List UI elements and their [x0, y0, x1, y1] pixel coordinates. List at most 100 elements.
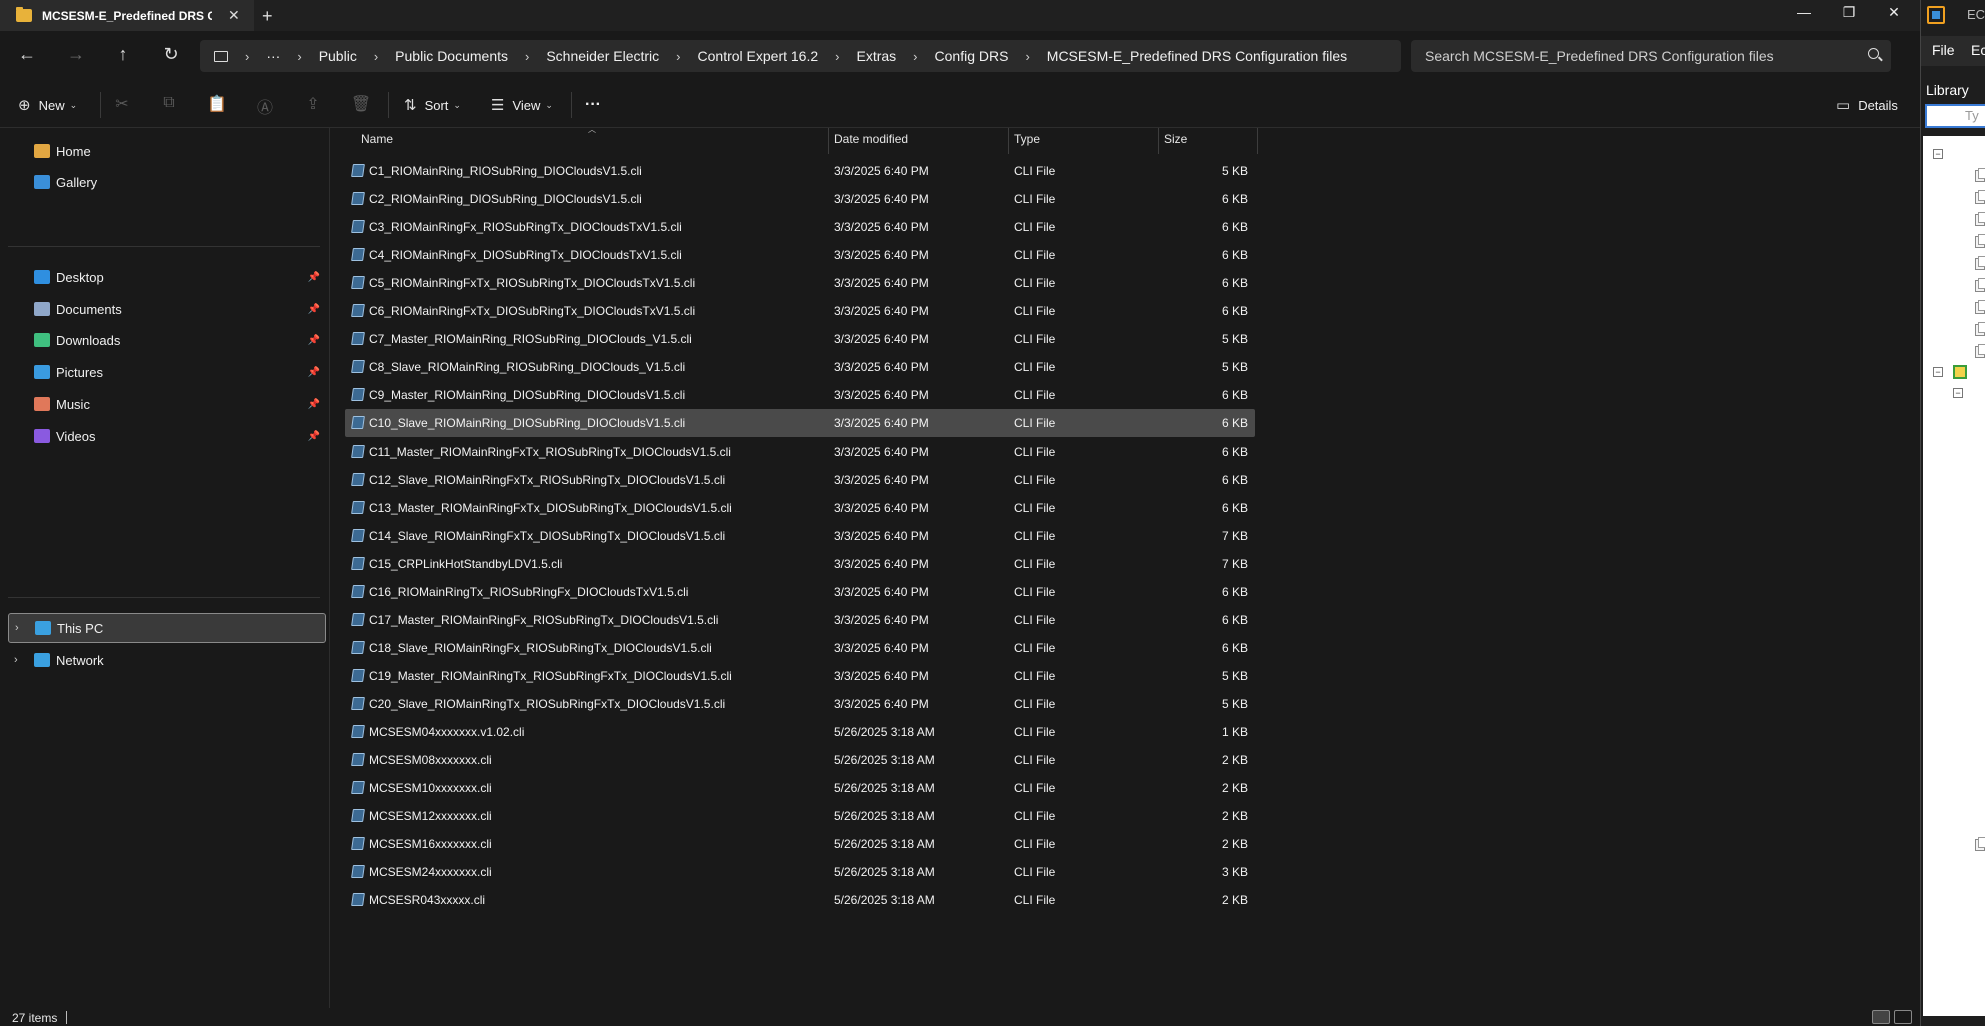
- file-row[interactable]: C1_RIOMainRing_RIOSubRing_DIOCloudsV1.5.…: [345, 157, 1255, 185]
- file-row[interactable]: MCSESR043xxxxx.cli 5/26/2025 3:18 AM CLI F…: [345, 886, 1255, 914]
- more-options-button[interactable]: ···: [585, 96, 601, 114]
- breadcrumb-schneider-electric[interactable]: Schneider Electric: [546, 48, 659, 64]
- breadcrumb-chevron-icon[interactable]: ›: [374, 49, 378, 64]
- pin-icon[interactable]: 📌: [308, 272, 320, 283]
- pin-icon[interactable]: 📌: [308, 431, 320, 442]
- column-header-date[interactable]: Date modified: [834, 132, 908, 146]
- paste-icon[interactable]: 📋: [206, 94, 228, 114]
- tab-close-icon[interactable]: ✕: [228, 7, 240, 24]
- cut-icon[interactable]: ✂: [111, 94, 133, 114]
- column-divider[interactable]: [1158, 128, 1159, 154]
- file-row[interactable]: MCSESM04xxxxxxx.v1.02.cli 5/26/2025 3:18 …: [345, 718, 1255, 746]
- pin-icon[interactable]: 📌: [308, 367, 320, 378]
- copy-icon[interactable]: ⧉: [158, 94, 180, 112]
- sort-button[interactable]: ⇅ Sort ⌄: [404, 96, 461, 114]
- breadcrumb-current-folder[interactable]: MCSESM-E_Predefined DRS Configuration fi…: [1047, 48, 1347, 64]
- pin-icon[interactable]: 📌: [308, 335, 320, 346]
- file-row[interactable]: C9_Master_RIOMainRing_DIOSubRing_DIOClou…: [345, 381, 1255, 409]
- search-box[interactable]: Search MCSESM-E_Predefined DRS Configura…: [1411, 40, 1891, 72]
- forward-button[interactable]: →: [63, 44, 89, 65]
- pin-icon[interactable]: 📌: [308, 304, 320, 315]
- sidebar-item-videos[interactable]: Videos 📌: [8, 421, 326, 451]
- file-row[interactable]: C11_Master_RIOMainRingFxTx_RIOSubRingTx_…: [345, 438, 1255, 466]
- sidebar-item-this-pc[interactable]: › This PC: [8, 613, 326, 643]
- breadcrumb-chevron-icon[interactable]: ›: [297, 49, 301, 64]
- column-divider[interactable]: [1257, 128, 1258, 154]
- file-row[interactable]: MCSESM08xxxxxxx.cli 5/26/2025 3:18 AM CLI …: [345, 746, 1255, 774]
- share-icon[interactable]: ⇪: [302, 94, 324, 114]
- column-header-size[interactable]: Size: [1164, 132, 1187, 146]
- address-bar[interactable]: › ··· › Public › Public Documents › Schn…: [200, 40, 1401, 72]
- column-divider[interactable]: [828, 128, 829, 154]
- file-row[interactable]: C16_RIOMainRingTx_RIOSubRingFx_DIOClouds…: [345, 578, 1255, 606]
- file-row[interactable]: C12_Slave_RIOMainRingFxTx_RIOSubRingTx_D…: [345, 466, 1255, 494]
- sidebar-item-downloads[interactable]: Downloads 📌: [8, 325, 326, 355]
- view-button[interactable]: ☰ View ⌄: [491, 96, 553, 114]
- breadcrumb-chevron-icon[interactable]: ›: [835, 49, 839, 64]
- large-icons-view-icon[interactable]: [1894, 1010, 1912, 1024]
- search-icon[interactable]: [1868, 48, 1879, 59]
- file-row[interactable]: MCSESM16xxxxxxx.cli 5/26/2025 3:18 AM CLI …: [345, 830, 1255, 858]
- sidebar-item-music[interactable]: Music 📌: [8, 389, 326, 419]
- file-row[interactable]: C14_Slave_RIOMainRingFxTx_DIOSubRingTx_D…: [345, 522, 1255, 550]
- file-row[interactable]: C8_Slave_RIOMainRing_RIOSubRing_DIOCloud…: [345, 353, 1255, 381]
- sidebar-item-home[interactable]: Home: [8, 136, 326, 166]
- tree-collapse-icon[interactable]: −: [1933, 367, 1943, 377]
- column-header-name[interactable]: Name: [361, 132, 393, 146]
- file-row[interactable]: C10_Slave_RIOMainRing_DIOSubRing_DIOClou…: [345, 409, 1255, 437]
- close-window-button[interactable]: ✕: [1879, 4, 1909, 21]
- breadcrumb-chevron-icon[interactable]: ›: [1025, 49, 1029, 64]
- breadcrumb-more[interactable]: ···: [266, 48, 280, 64]
- new-button[interactable]: ⊕ New ⌄: [18, 96, 77, 114]
- breadcrumb-public-documents[interactable]: Public Documents: [395, 48, 508, 64]
- file-row[interactable]: C13_Master_RIOMainRingFxTx_DIOSubRingTx_…: [345, 494, 1255, 522]
- file-row[interactable]: C19_Master_RIOMainRingTx_RIOSubRingFxTx_…: [345, 662, 1255, 690]
- breadcrumb-chevron-icon[interactable]: ›: [913, 49, 917, 64]
- breadcrumb-config-drs[interactable]: Config DRS: [935, 48, 1009, 64]
- breadcrumb-chevron-icon[interactable]: ›: [676, 49, 680, 64]
- menu-file[interactable]: File: [1932, 42, 1955, 58]
- minimize-button[interactable]: —: [1789, 4, 1819, 20]
- file-row[interactable]: C7_Master_RIOMainRing_RIOSubRing_DIOClou…: [345, 325, 1255, 353]
- breadcrumb-public[interactable]: Public: [319, 48, 357, 64]
- details-view-icon[interactable]: [1872, 1010, 1890, 1024]
- menu-edit[interactable]: Ec: [1971, 42, 1985, 58]
- file-row[interactable]: C2_RIOMainRing_DIOSubRing_DIOCloudsV1.5.…: [345, 185, 1255, 213]
- up-button[interactable]: ↑: [110, 44, 136, 65]
- file-row[interactable]: C18_Slave_RIOMainRingFx_RIOSubRingTx_DIO…: [345, 634, 1255, 662]
- column-divider[interactable]: [1008, 128, 1009, 154]
- expand-chevron-icon[interactable]: ›: [14, 654, 18, 666]
- file-row[interactable]: C17_Master_RIOMainRingFx_RIOSubRingTx_DI…: [345, 606, 1255, 634]
- breadcrumb-chevron-icon[interactable]: ›: [525, 49, 529, 64]
- refresh-button[interactable]: ↻: [158, 44, 184, 65]
- delete-icon[interactable]: 🗑: [350, 94, 372, 114]
- file-row[interactable]: C4_RIOMainRingFx_DIOSubRingTx_DIOCloudsT…: [345, 241, 1255, 269]
- sidebar-item-pictures[interactable]: Pictures 📌: [8, 357, 326, 387]
- library-tree[interactable]: − − −: [1923, 136, 1985, 1016]
- search-input[interactable]: Search MCSESM-E_Predefined DRS Configura…: [1425, 48, 1774, 64]
- file-row[interactable]: C20_Slave_RIOMainRingTx_RIOSubRingFxTx_D…: [345, 690, 1255, 718]
- expand-chevron-icon[interactable]: ›: [15, 622, 19, 634]
- file-row[interactable]: MCSESM24xxxxxxx.cli 5/26/2025 3:18 AM CLI …: [345, 858, 1255, 886]
- file-row[interactable]: MCSESM10xxxxxxx.cli 5/26/2025 3:18 AM CLI …: [345, 774, 1255, 802]
- column-header-type[interactable]: Type: [1014, 132, 1040, 146]
- sidebar-item-gallery[interactable]: Gallery: [8, 167, 326, 197]
- sidebar-item-network[interactable]: › Network: [8, 645, 326, 675]
- breadcrumb-extras[interactable]: Extras: [856, 48, 896, 64]
- details-button[interactable]: ▭ Details: [1836, 96, 1898, 114]
- back-button[interactable]: ←: [14, 44, 40, 65]
- sidebar-item-documents[interactable]: Documents 📌: [8, 294, 326, 324]
- breadcrumb-control-expert[interactable]: Control Expert 16.2: [698, 48, 819, 64]
- library-filter-input[interactable]: Ty: [1925, 104, 1985, 128]
- tree-collapse-icon[interactable]: −: [1953, 388, 1963, 398]
- monitor-icon[interactable]: [214, 50, 228, 62]
- browser-tab[interactable]: MCSESM-E_Predefined DRS Configuration fi…: [0, 0, 254, 31]
- file-row[interactable]: C3_RIOMainRingFx_RIOSubRingTx_DIOCloudsT…: [345, 213, 1255, 241]
- maximize-button[interactable]: ❐: [1834, 4, 1864, 21]
- pane-divider[interactable]: [329, 128, 330, 1008]
- file-row[interactable]: C15_CRPLinkHotStandbyLDV1.5.cli 3/3/2025 …: [345, 550, 1255, 578]
- file-row[interactable]: C5_RIOMainRingFxTx_RIOSubRingTx_DIOCloud…: [345, 269, 1255, 297]
- file-row[interactable]: MCSESM12xxxxxxx.cli 5/26/2025 3:18 AM CLI …: [345, 802, 1255, 830]
- sidebar-item-desktop[interactable]: Desktop 📌: [8, 262, 326, 292]
- new-tab-button[interactable]: +: [262, 6, 273, 27]
